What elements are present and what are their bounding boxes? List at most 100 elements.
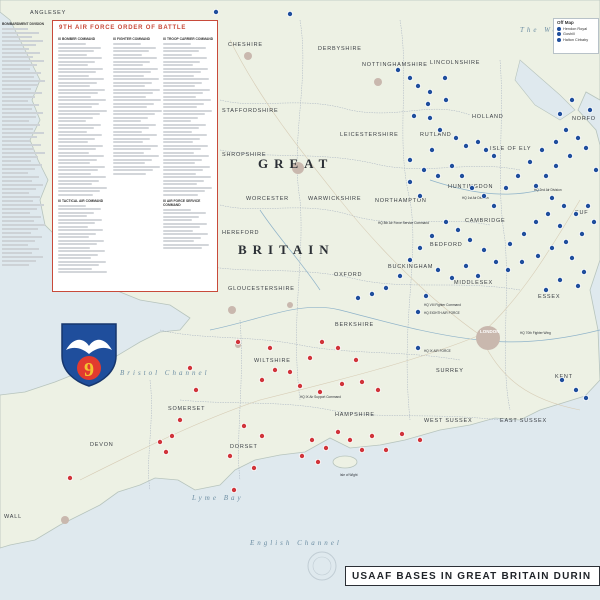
list-line — [2, 124, 40, 126]
eighth-af-airfield-marker — [533, 218, 540, 225]
list-line — [2, 180, 32, 182]
list-line — [163, 85, 195, 87]
list-line — [113, 165, 160, 168]
list-line — [2, 260, 36, 262]
eighth-af-airfield-marker — [549, 194, 556, 201]
list-line — [58, 74, 89, 77]
list-line — [2, 228, 38, 230]
list-line — [163, 127, 199, 129]
legend-item-label: Goshill — [563, 32, 575, 36]
list-line — [58, 208, 101, 210]
oob-col-lines — [163, 208, 215, 249]
ninth-af-airfield-marker — [296, 382, 303, 389]
list-line — [2, 156, 38, 158]
oob-col-heading: IX TROOP CARRIER COMMAND — [163, 37, 214, 41]
eighth-af-airfield-marker — [569, 254, 576, 261]
list-line — [58, 176, 106, 178]
eighth-af-airfield-marker — [468, 184, 475, 191]
eighth-af-airfield-marker — [557, 276, 564, 283]
eighth-af-airfield-marker — [441, 75, 448, 82]
ninth-af-airfield-marker — [176, 416, 183, 423]
list-line — [163, 109, 212, 112]
list-line — [2, 40, 43, 42]
eighth-af-airfield-marker — [462, 262, 469, 269]
legend-item-label: Halton Cirbaby — [563, 37, 589, 42]
label-devon: DEVON — [90, 442, 114, 448]
list-line — [163, 95, 196, 98]
list-line — [58, 113, 100, 115]
list-line — [58, 60, 95, 63]
eighth-af-airfield-marker — [504, 266, 511, 273]
list-line — [163, 130, 192, 133]
list-line — [163, 144, 208, 147]
label-lyme-bay: Lyme Bay — [191, 494, 244, 502]
list-line — [113, 148, 151, 150]
hq-label: HQ IX AIR FORCE — [424, 349, 451, 353]
list-line — [58, 155, 104, 157]
legend-item-label: Hendon Royal — [563, 26, 588, 31]
list-line — [2, 208, 37, 210]
list-line — [58, 229, 103, 231]
ninth-af-airfield-marker — [382, 446, 389, 453]
list-line — [113, 71, 151, 73]
ninth-af-airfield-marker — [416, 436, 423, 443]
eighth-af-airfield-marker — [474, 272, 481, 279]
list-line — [2, 144, 41, 146]
eighth-af-airfield-marker — [579, 230, 586, 237]
eighth-af-airfield-marker — [426, 89, 433, 96]
list-line — [58, 123, 101, 126]
map-title: USAAF BASES IN GREAT BRITAIN DURIN — [352, 571, 592, 582]
list-line — [2, 48, 29, 50]
list-line — [163, 215, 199, 218]
list-line — [113, 88, 160, 91]
list-line — [163, 155, 209, 157]
list-line — [58, 95, 91, 98]
list-line — [2, 100, 28, 102]
label-english-channel: English Channel — [249, 539, 342, 547]
ninth-af-airfield-marker — [186, 364, 193, 371]
list-line — [163, 60, 200, 63]
list-line — [2, 132, 44, 134]
list-line — [58, 85, 90, 87]
eighth-af-airfield-marker — [557, 111, 564, 118]
map-title-banner: USAAF BASES IN GREAT BRITAIN DURIN — [345, 566, 600, 586]
list-line — [58, 218, 102, 221]
order-of-battle-panel: 9TH AIR FORCE ORDER OF BATTLE IX BOMBER … — [52, 20, 218, 292]
list-line — [113, 130, 142, 133]
list-line — [58, 92, 98, 94]
list-line — [163, 116, 198, 119]
eighth-af-airfield-marker — [591, 218, 598, 225]
list-line — [2, 84, 38, 86]
label-rutland: RUTLAND — [420, 132, 452, 138]
list-line — [2, 216, 41, 218]
eighth-af-airfield-marker — [212, 8, 219, 15]
base-dot-icon — [557, 32, 561, 36]
base-dot-icon — [557, 37, 561, 42]
ninth-af-airfield-marker — [168, 432, 175, 439]
list-line — [113, 158, 152, 161]
label-somerset: SOMERSET — [168, 406, 205, 412]
list-line — [163, 102, 204, 105]
eighth-af-airfield-marker — [448, 274, 455, 281]
list-line — [113, 78, 159, 80]
hq-label: HQ EIGHTH AIR FORCE — [424, 311, 460, 315]
eighth-af-airfield-marker — [406, 256, 413, 263]
eighth-af-airfield-marker — [442, 97, 449, 104]
list-line — [2, 188, 36, 190]
list-line — [2, 212, 30, 214]
label-anglesey: ANGLESEY — [30, 10, 66, 16]
list-line — [2, 68, 30, 70]
list-line — [58, 236, 89, 238]
list-line — [113, 123, 156, 126]
list-line — [2, 192, 29, 194]
list-line — [2, 76, 34, 78]
list-line — [163, 162, 195, 164]
eighth-af-airfield-marker — [549, 244, 556, 251]
eighth-af-airfield-marker — [442, 218, 449, 225]
list-line — [163, 148, 201, 150]
eighth-af-airfield-marker — [519, 258, 526, 265]
eighth-af-airfield-marker — [406, 156, 413, 163]
list-line — [2, 184, 43, 186]
eighth-af-airfield-marker — [424, 101, 431, 108]
list-line — [113, 116, 148, 119]
